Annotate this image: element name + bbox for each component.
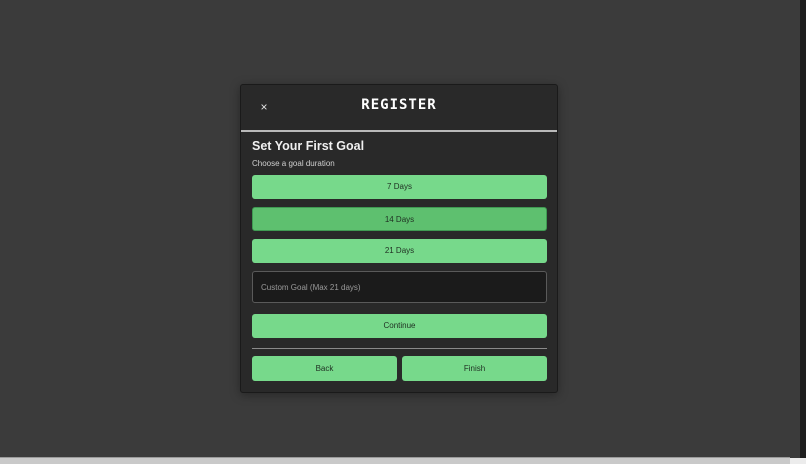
horizontal-scrollbar[interactable] bbox=[0, 457, 790, 464]
page-subtitle: Choose a goal duration bbox=[252, 159, 335, 168]
vertical-scrollbar[interactable] bbox=[800, 0, 806, 464]
scrollbar-corner bbox=[790, 458, 806, 464]
divider bbox=[252, 348, 547, 349]
page-title: Set Your First Goal bbox=[252, 139, 365, 153]
nav-button-row: Back Finish bbox=[252, 356, 547, 381]
custom-goal-input[interactable] bbox=[252, 271, 547, 303]
register-modal: × REGISTER Set Your First Goal Choose a … bbox=[240, 84, 558, 393]
brand-logo: REGISTER bbox=[361, 97, 437, 113]
modal-content: Set Your First Goal Choose a goal durati… bbox=[252, 137, 547, 381]
continue-button[interactable]: Continue bbox=[252, 314, 547, 338]
modal-header: × REGISTER bbox=[241, 85, 557, 132]
goal-option-14-days[interactable]: 14 Days bbox=[252, 207, 547, 231]
goal-option-7-days[interactable]: 7 Days bbox=[252, 175, 547, 199]
goal-option-21-days[interactable]: 21 Days bbox=[252, 239, 547, 263]
back-button[interactable]: Back bbox=[252, 356, 397, 381]
page-viewport: × REGISTER Set Your First Goal Choose a … bbox=[0, 0, 806, 464]
finish-button[interactable]: Finish bbox=[402, 356, 547, 381]
